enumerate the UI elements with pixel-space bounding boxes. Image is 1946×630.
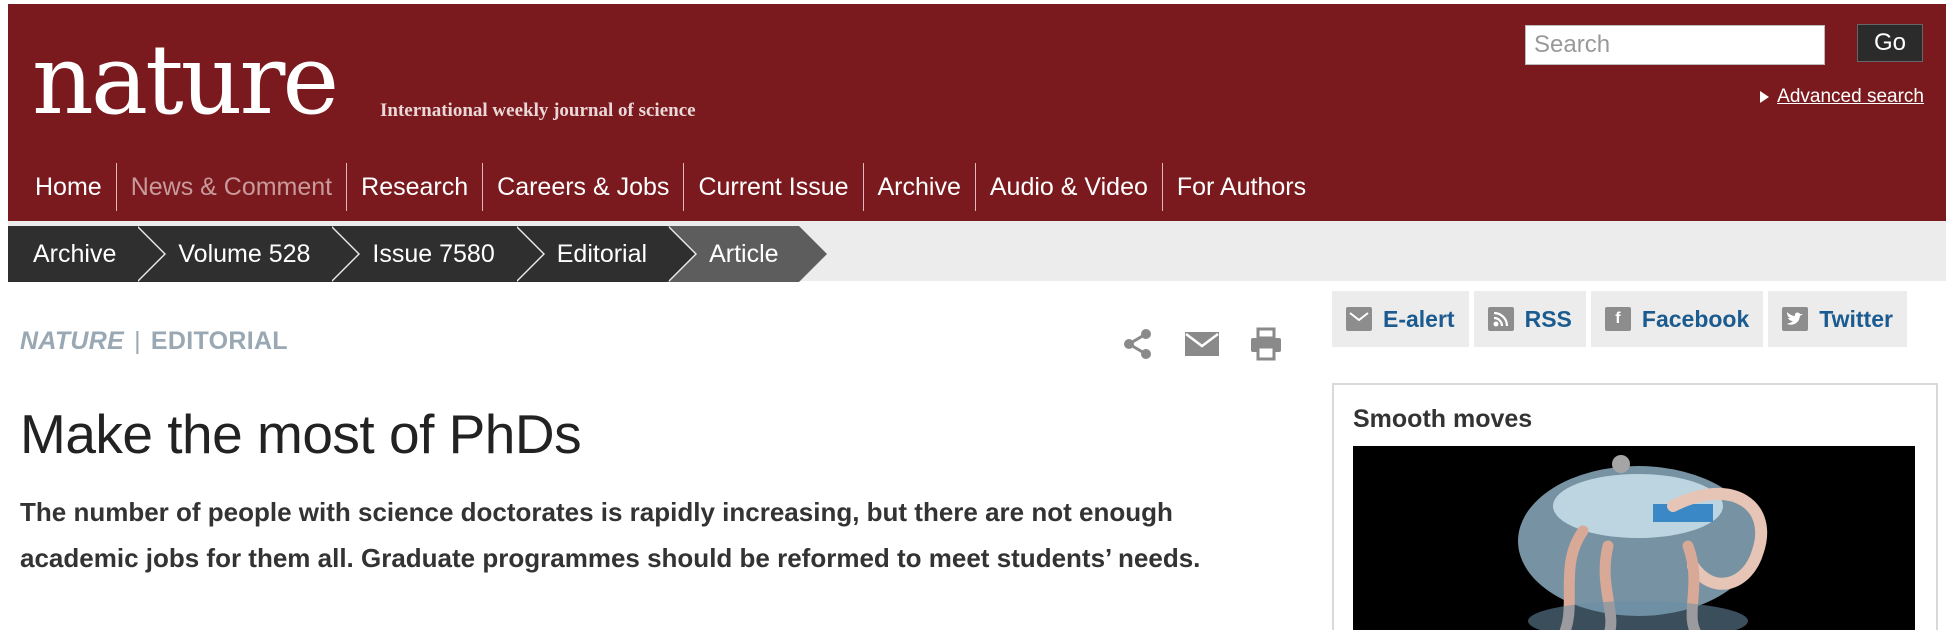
triangle-right-icon: [1760, 91, 1770, 103]
promo-box: Smooth moves: [1332, 383, 1938, 630]
rss-label: RSS: [1524, 305, 1572, 332]
breadcrumb: Archive Volume 528 Issue 7580 Editorial …: [8, 226, 830, 282]
email-icon[interactable]: [1184, 326, 1220, 362]
main-nav: Home News & Comment Research Careers & J…: [8, 162, 1320, 212]
search-go-button[interactable]: Go: [1857, 24, 1923, 62]
breadcrumb-archive[interactable]: Archive: [8, 226, 167, 282]
site-tagline: International weekly journal of science: [380, 100, 696, 121]
facebook-label: Facebook: [1641, 305, 1750, 332]
nav-news-comment[interactable]: News & Comment: [115, 163, 346, 211]
kicker-separator: |: [134, 327, 141, 355]
nav-careers-jobs[interactable]: Careers & Jobs: [482, 163, 683, 211]
rss-icon: [1487, 307, 1514, 331]
article-title: Make the most of PhDs: [20, 403, 582, 465]
promo-image[interactable]: [1353, 446, 1915, 630]
nav-archive[interactable]: Archive: [862, 163, 975, 211]
journal-name[interactable]: NATURE: [20, 327, 124, 355]
share-icon[interactable]: [1120, 326, 1156, 362]
twitter-icon: [1782, 307, 1809, 331]
twitter-label: Twitter: [1819, 305, 1893, 332]
twitter-link[interactable]: Twitter: [1768, 291, 1907, 347]
article-kicker: NATURE | EDITORIAL: [20, 327, 288, 356]
site-header: nature International weekly journal of s…: [8, 4, 1946, 221]
e-alert-link[interactable]: E-alert: [1332, 291, 1469, 347]
nature-logo[interactable]: nature: [32, 32, 339, 128]
nav-home[interactable]: Home: [8, 163, 116, 211]
promo-title[interactable]: Smooth moves: [1353, 405, 1532, 434]
advanced-search: Advanced search: [1760, 86, 1924, 108]
rss-link[interactable]: RSS: [1473, 291, 1586, 347]
article-tools: [1120, 326, 1284, 362]
nav-audio-video[interactable]: Audio & Video: [974, 163, 1162, 211]
article-standfirst: The number of people with science doctor…: [20, 497, 1201, 573]
e-alert-label: E-alert: [1383, 305, 1455, 332]
facebook-link[interactable]: f Facebook: [1590, 291, 1764, 347]
social-links: E-alert RSS f Facebook Twitter: [1332, 291, 1907, 347]
facebook-icon: f: [1604, 307, 1631, 331]
page: nature International weekly journal of s…: [8, 4, 1946, 630]
search-input[interactable]: [1525, 25, 1825, 65]
advanced-search-link[interactable]: Advanced search: [1777, 86, 1924, 108]
nav-research[interactable]: Research: [346, 163, 482, 211]
section-name[interactable]: EDITORIAL: [151, 327, 288, 355]
nav-for-authors[interactable]: For Authors: [1161, 163, 1320, 211]
envelope-icon: [1346, 307, 1372, 331]
print-icon[interactable]: [1248, 326, 1284, 362]
nav-current-issue[interactable]: Current Issue: [683, 163, 862, 211]
